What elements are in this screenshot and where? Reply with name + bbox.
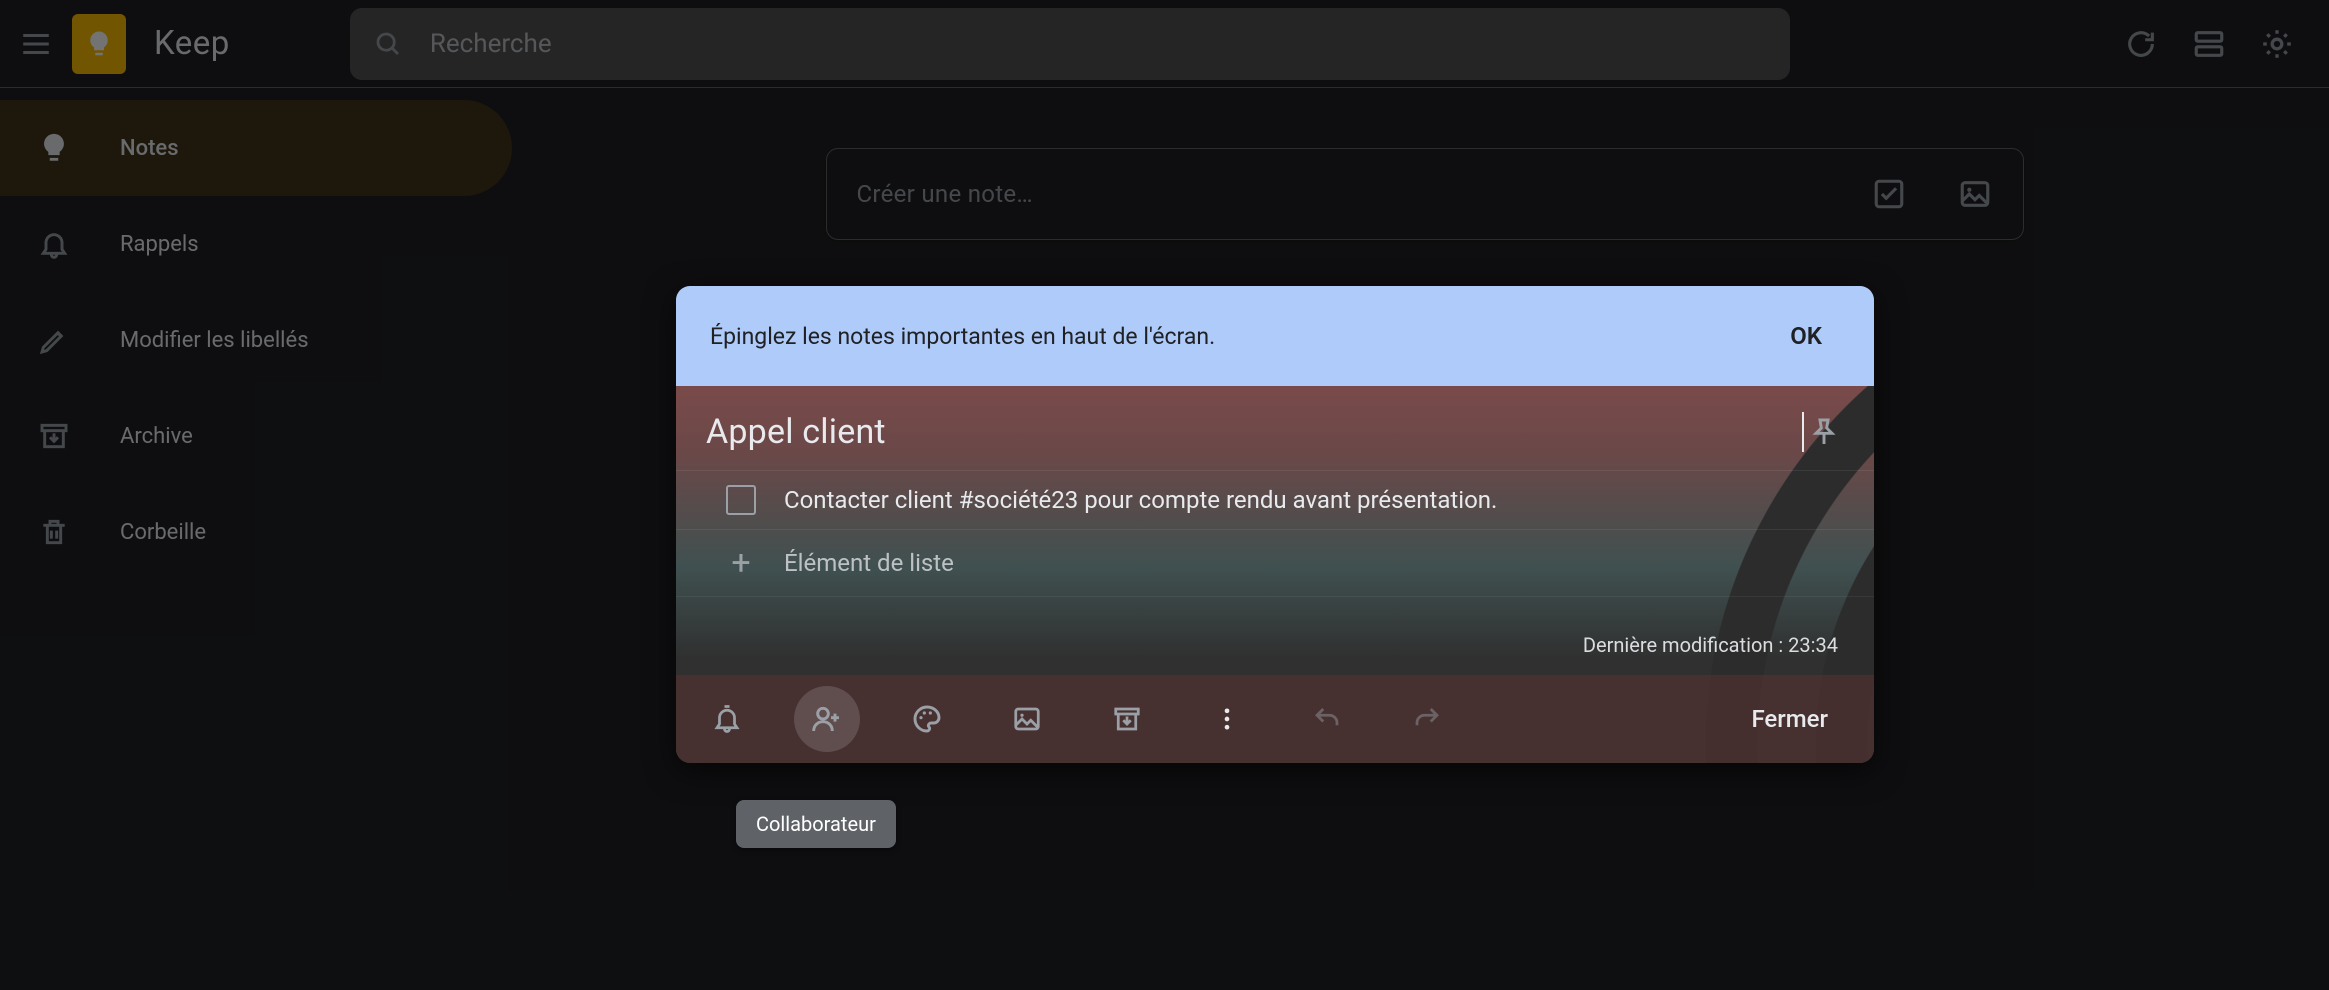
checklist-item-text[interactable]: Contacter client #société23 pour compte … xyxy=(784,486,1497,514)
palette-icon xyxy=(911,703,943,735)
person-add-icon xyxy=(811,703,843,735)
last-modified-label: Dernière modification : 23:34 xyxy=(676,597,1874,675)
archive-button[interactable] xyxy=(1094,686,1160,752)
archive-icon xyxy=(1112,704,1142,734)
hint-ok-button[interactable]: OK xyxy=(1772,312,1840,360)
collaborator-tooltip: Collaborateur xyxy=(736,800,896,848)
note-editor-modal: Épinglez les notes importantes en haut d… xyxy=(676,286,1874,763)
undo-button[interactable] xyxy=(1294,686,1360,752)
redo-button[interactable] xyxy=(1394,686,1460,752)
reminder-button[interactable] xyxy=(694,686,760,752)
add-image-button[interactable] xyxy=(994,686,1060,752)
plus-icon: + xyxy=(726,548,756,578)
more-button[interactable] xyxy=(1194,686,1260,752)
checklist-item[interactable]: Contacter client #société23 pour compte … xyxy=(676,470,1874,530)
note-toolbar: Fermer xyxy=(676,675,1874,763)
add-list-item-row[interactable]: + Élément de liste xyxy=(676,530,1874,597)
background-options-button[interactable] xyxy=(894,686,960,752)
redo-icon xyxy=(1412,704,1442,734)
image-icon xyxy=(1012,704,1042,734)
add-item-placeholder: Élément de liste xyxy=(784,549,954,577)
pin-hint-banner: Épinglez les notes importantes en haut d… xyxy=(676,286,1874,386)
pin-icon xyxy=(1808,416,1840,448)
collaborator-button[interactable] xyxy=(794,686,860,752)
undo-icon xyxy=(1312,704,1342,734)
note-title-input[interactable]: Appel client xyxy=(706,412,1800,452)
checklist-checkbox[interactable] xyxy=(726,485,756,515)
pin-note-button[interactable] xyxy=(1804,412,1844,452)
close-note-button[interactable]: Fermer xyxy=(1723,691,1856,747)
more-vert-icon xyxy=(1213,705,1241,733)
hint-text: Épinglez les notes importantes en haut d… xyxy=(710,323,1772,350)
bell-plus-icon xyxy=(712,704,742,734)
